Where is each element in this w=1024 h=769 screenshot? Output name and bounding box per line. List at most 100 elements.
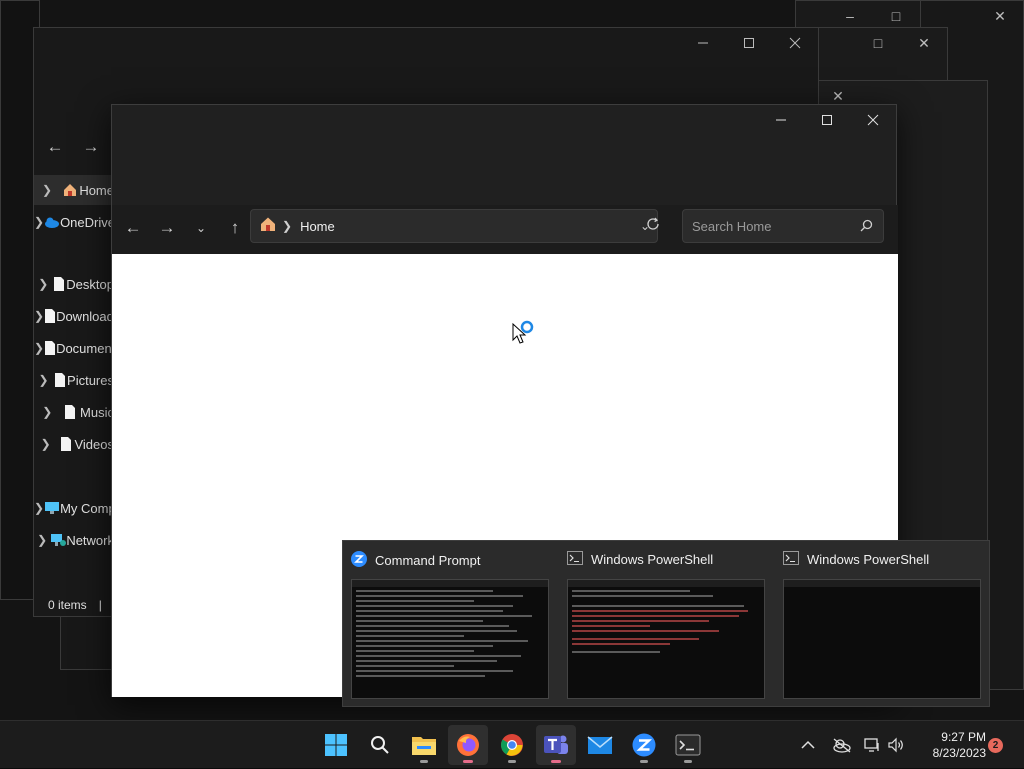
maximize-icon[interactable]: □ xyxy=(855,28,901,58)
running-indicator xyxy=(508,760,516,763)
breadcrumb-home[interactable]: Home xyxy=(300,219,335,234)
maximize-button[interactable] xyxy=(726,28,772,58)
sidebar-item-onedrive[interactable]: ❯ OneDrive xyxy=(34,207,114,237)
terminal-icon xyxy=(783,551,799,568)
search-box[interactable] xyxy=(682,209,884,243)
forward-arrow-icon[interactable]: → xyxy=(80,136,102,158)
sidebar-item-label: Network xyxy=(66,532,114,548)
navigation-toolbar: ← → ⌄ ↑ ❯ Home ⌄ xyxy=(112,205,898,254)
document-icon xyxy=(57,436,74,452)
notification-badge[interactable]: 2 xyxy=(988,738,1003,753)
sidebar-item-label: Documents xyxy=(56,340,114,356)
clock-time: 9:27 PM xyxy=(941,730,986,744)
address-bar[interactable]: ❯ Home ⌄ xyxy=(250,209,658,243)
sidebar-item-pictures[interactable]: ❯ Pictures xyxy=(34,365,115,395)
back-arrow-icon[interactable]: ← xyxy=(122,217,144,239)
sidebar-item-label: Desktop xyxy=(66,276,114,292)
window-preview xyxy=(351,579,549,699)
terminal-icon xyxy=(567,551,583,568)
system-clock[interactable]: 9:27 PM 8/23/2023 xyxy=(912,729,986,761)
taskbar-zoom[interactable] xyxy=(624,725,664,765)
network-status-icon[interactable] xyxy=(864,721,882,769)
chevron-right-icon[interactable]: ❯ xyxy=(34,437,57,451)
network-icon xyxy=(50,533,67,547)
taskbar-mail[interactable] xyxy=(580,725,620,765)
taskbar-search-button[interactable] xyxy=(360,725,400,765)
running-indicator xyxy=(551,760,561,763)
sidebar-item-network[interactable]: ❯ Network xyxy=(34,525,114,555)
sidebar-item-home[interactable]: ❯ Home xyxy=(34,175,114,205)
document-icon xyxy=(53,372,67,388)
maximize-button[interactable] xyxy=(804,105,850,135)
folder-icon xyxy=(412,737,436,755)
running-indicator xyxy=(640,760,648,763)
close-button[interactable] xyxy=(850,105,896,135)
breadcrumb-chevron-icon[interactable]: ❯ xyxy=(282,219,292,233)
taskbar-terminal[interactable] xyxy=(668,725,708,765)
start-button[interactable] xyxy=(316,725,356,765)
thumbnail-command-prompt[interactable]: Command Prompt xyxy=(343,541,555,708)
taskbar-thumbnail-flyout: Command Prompt Windows PowerShell Window… xyxy=(342,540,990,707)
windows-logo-icon xyxy=(325,734,347,756)
thumbnail-powershell-2[interactable]: Windows PowerShell xyxy=(775,541,987,708)
chevron-right-icon[interactable]: ❯ xyxy=(34,215,44,229)
sidebar-item-label: Pictures xyxy=(67,372,114,388)
sidebar-item-desktop[interactable]: ❯ Desktop xyxy=(34,269,114,299)
search-icon xyxy=(371,736,389,754)
sidebar-item-downloads[interactable]: ❯ Downloads xyxy=(34,301,114,331)
thumbnail-powershell-1[interactable]: Windows PowerShell xyxy=(559,541,771,708)
forward-arrow-icon[interactable]: → xyxy=(156,217,178,239)
sidebar-item-my-computer[interactable]: ❯ My Computer xyxy=(34,493,114,523)
taskbar-teams[interactable] xyxy=(536,725,576,765)
up-arrow-icon[interactable]: ↑ xyxy=(224,217,246,239)
sidebar-item-documents[interactable]: ❯ Documents xyxy=(34,333,114,363)
sidebar-item-label: Music xyxy=(80,404,114,420)
mail-icon xyxy=(587,736,613,754)
mouse-cursor-icon xyxy=(511,320,535,351)
minimize-button[interactable] xyxy=(758,105,804,135)
thumbnail-title: Command Prompt xyxy=(375,553,481,568)
sidebar-item-label: Downloads xyxy=(56,308,114,324)
sidebar-item-label: OneDrive xyxy=(60,214,114,230)
chevron-right-icon[interactable]: ❯ xyxy=(34,533,50,547)
chevron-right-icon[interactable]: ❯ xyxy=(34,501,44,515)
chevron-right-icon[interactable]: ❯ xyxy=(34,277,53,291)
running-indicator xyxy=(420,760,428,763)
back-arrow-icon[interactable]: ← xyxy=(44,136,66,158)
sidebar-item-label: Home xyxy=(79,182,114,198)
search-icon[interactable] xyxy=(860,219,873,237)
volume-icon[interactable] xyxy=(888,721,904,769)
close-button[interactable] xyxy=(772,28,818,58)
maximize-icon xyxy=(822,115,832,125)
chevron-right-icon[interactable]: ❯ xyxy=(34,373,53,387)
close-icon[interactable]: ✕ xyxy=(977,1,1023,31)
chevron-right-icon[interactable]: ❯ xyxy=(34,341,44,355)
chevron-right-icon[interactable]: ❯ xyxy=(34,309,44,323)
search-input[interactable] xyxy=(692,217,852,235)
desktop: – □ ✕ ✕ □ ✕ ✕ ← → xyxy=(0,0,1024,720)
status-separator: | xyxy=(98,598,102,612)
teams-icon xyxy=(544,735,568,754)
chevron-right-icon[interactable]: ❯ xyxy=(34,183,60,197)
close-icon[interactable]: ✕ xyxy=(901,28,947,58)
taskbar: 9:27 PM 8/23/2023 2 xyxy=(0,720,1024,768)
refresh-icon[interactable] xyxy=(642,213,664,235)
monitor-icon xyxy=(44,501,60,515)
taskbar-chrome[interactable] xyxy=(492,725,532,765)
minimize-button[interactable] xyxy=(680,28,726,58)
recent-locations-chevron-icon[interactable]: ⌄ xyxy=(190,217,212,239)
onedrive-offline-icon[interactable] xyxy=(832,721,852,769)
close-icon xyxy=(789,37,801,49)
document-icon xyxy=(53,276,67,292)
taskbar-firefox[interactable] xyxy=(448,725,488,765)
zoom-icon xyxy=(351,551,367,570)
sidebar-item-music[interactable]: ❯ Music xyxy=(34,397,114,427)
close-icon xyxy=(867,114,879,126)
show-hidden-icons-chevron-icon[interactable] xyxy=(801,721,815,769)
chevron-right-icon[interactable]: ❯ xyxy=(34,405,61,419)
home-icon xyxy=(60,182,79,198)
maximize-icon xyxy=(744,38,754,48)
taskbar-file-explorer[interactable] xyxy=(404,725,444,765)
sidebar-item-videos[interactable]: ❯ Videos xyxy=(34,429,114,459)
document-icon xyxy=(61,404,80,420)
